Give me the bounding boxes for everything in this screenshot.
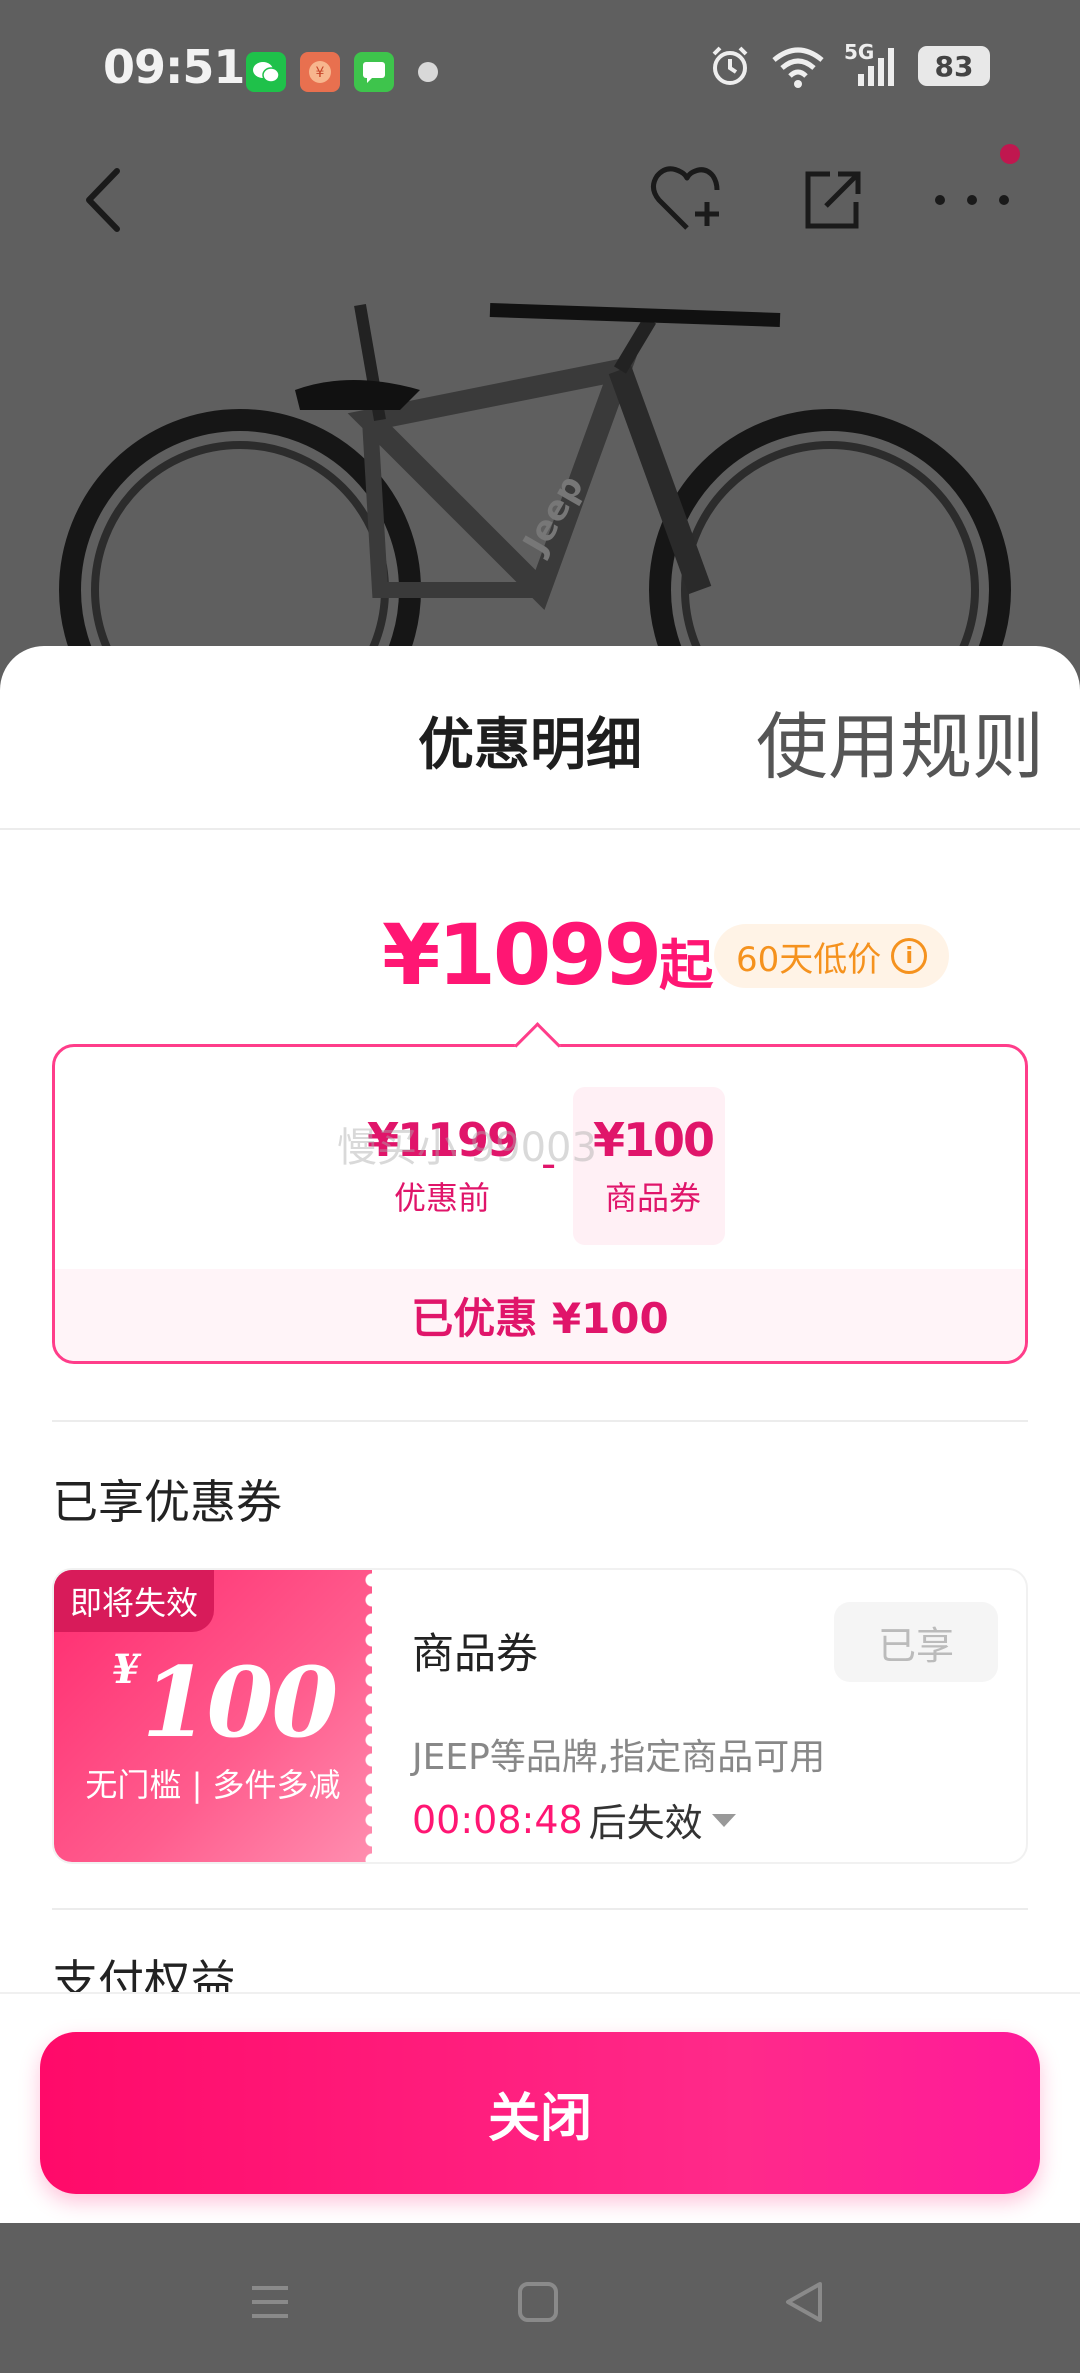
menu-icon [252, 2286, 288, 2318]
coupon-value-panel: 即将失效 ¥100 无门槛 | 多件多减 [54, 1570, 380, 1862]
info-icon: i [891, 938, 928, 974]
system-back-button[interactable] [764, 2267, 844, 2337]
price-calculation-box: ¥1199 优惠前 - ¥100 商品券 慢买小 99003 已优惠 ¥100 [52, 1022, 1028, 1364]
product-nav-bar [0, 140, 1080, 250]
cellular-signal-icon: 5G [844, 40, 900, 88]
original-price-label: 优惠前 [394, 1179, 491, 1217]
final-price: ¥1099起 [382, 906, 713, 1004]
coupon-discount-item: ¥100 商品券 [593, 1113, 715, 1219]
status-bar: 09:51 ¥ 5G 83 [0, 0, 1080, 140]
more-notification-dot [1000, 144, 1020, 164]
share-icon [805, 171, 861, 229]
expiring-tag: 即将失效 [54, 1570, 215, 1632]
triangle-back-icon [786, 2282, 822, 2322]
home-square-icon [518, 2282, 558, 2322]
divider [52, 1420, 1028, 1422]
svg-text:¥: ¥ [316, 65, 325, 81]
finance-app-icon: ¥ [300, 52, 340, 92]
product-image: Jeep [59, 303, 1011, 650]
divider [52, 1908, 1028, 1910]
status-time: 09:51 [103, 40, 245, 94]
caret-down-icon [711, 1813, 736, 1827]
tab-discount-detail[interactable]: 优惠明细 [418, 700, 642, 781]
sheet-tabs: 优惠明细 使用规则 [0, 646, 1080, 830]
bottom-action-area: 关闭 [0, 1992, 1080, 2223]
system-navigation-bar [0, 2223, 1080, 2373]
more-button[interactable] [932, 160, 1012, 240]
coupon-currency: ¥ [112, 1646, 140, 1693]
coupon-card[interactable]: 即将失效 ¥100 无门槛 | 多件多减 商品券 已享 JEEP等品牌,指定商品… [52, 1568, 1028, 1864]
favorite-button[interactable] [648, 160, 728, 240]
wechat-icon [246, 52, 286, 92]
discount-detail-sheet: 优惠明细 使用规则 ¥1099起 60天低价 i ¥1199 优惠前 - ¥10… [0, 646, 1080, 2223]
countdown-time: 00:08:48 [412, 1797, 583, 1842]
notification-dot-icon [418, 62, 438, 82]
coupon-amount: ¥100 [112, 1646, 338, 1759]
chevron-left-icon [86, 168, 120, 232]
share-button[interactable] [792, 160, 872, 240]
recent-apps-button[interactable] [230, 2267, 310, 2337]
low-price-badge-label: 60天低价 [736, 939, 882, 980]
coupon-discount-label: 商品券 [605, 1179, 702, 1217]
low-price-badge[interactable]: 60天低价 i [714, 924, 950, 988]
price-suffix: 起 [659, 934, 714, 997]
alarm-icon [712, 46, 748, 85]
battery-indicator: 83 [918, 46, 990, 86]
tab-usage-rules[interactable]: 使用规则 [756, 688, 1044, 793]
coupon-countdown[interactable]: 00:08:48 后失效 [412, 1792, 739, 1847]
home-button[interactable] [498, 2267, 578, 2337]
coupon-status-button[interactable]: 已享 [834, 1602, 998, 1682]
coupon-description: JEEP等品牌,指定商品可用 [412, 1737, 826, 1778]
coupon-discount-value: ¥100 [593, 1113, 715, 1167]
calc-pointer [514, 1022, 561, 1069]
close-button[interactable]: 关闭 [40, 2032, 1040, 2194]
heart-plus-icon [651, 166, 720, 230]
watermark-text: 慢买小 99003 [337, 1125, 597, 1171]
applied-coupons-title: 已享优惠券 [52, 1475, 282, 1529]
total-saved: 已优惠 ¥100 [55, 1269, 1025, 1361]
final-price-row: ¥1099起 60天低价 i [0, 904, 1080, 1014]
wifi-icon [772, 47, 824, 88]
svg-text:Jeep: Jeep [514, 469, 591, 563]
coupon-amount-value: 100 [141, 1646, 338, 1759]
coupon-name: 商品券 [412, 1629, 539, 1678]
countdown-suffix: 后失效 [588, 1801, 703, 1845]
more-dots-icon [935, 195, 1009, 205]
back-button[interactable] [64, 160, 144, 240]
final-price-value: ¥1099 [382, 906, 662, 1004]
coupon-condition: 无门槛 | 多件多减 [85, 1766, 341, 1804]
coupon-scallop-edge [364, 1570, 380, 1862]
messages-icon [354, 52, 394, 92]
status-icons: 5G 83 [708, 40, 990, 88]
